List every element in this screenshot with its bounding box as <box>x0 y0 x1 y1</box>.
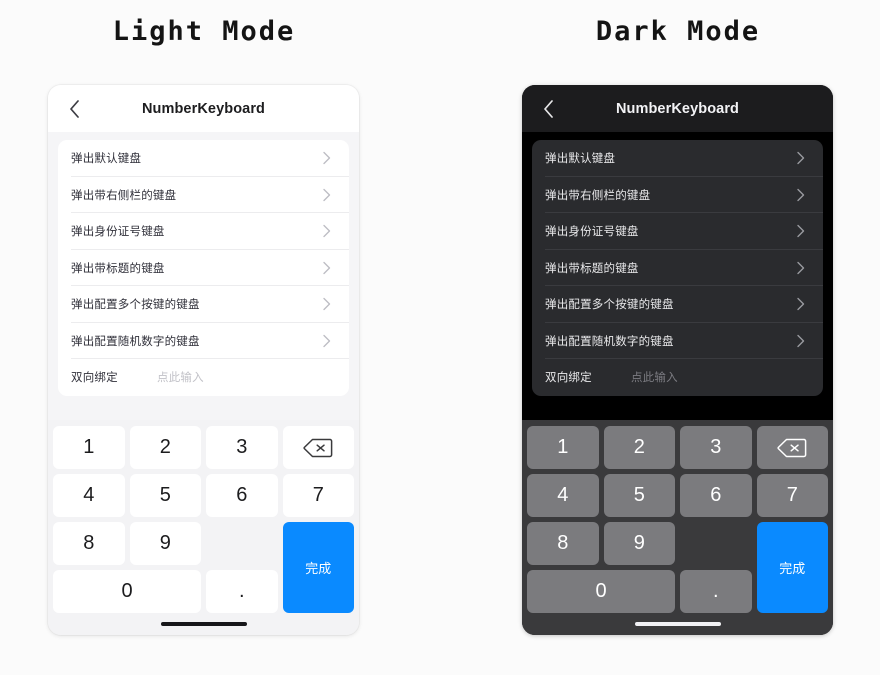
chevron-right-icon <box>797 225 810 238</box>
home-indicator <box>160 622 247 626</box>
home-indicator <box>634 622 721 626</box>
two-way-binding-row[interactable]: 双向绑定 点此输入 <box>58 359 349 396</box>
page-title: NumberKeyboard <box>141 100 266 117</box>
home-indicator-area-dark <box>522 613 833 635</box>
list-item-label: 弹出身份证号键盘 <box>545 226 639 239</box>
key-0[interactable]: 0 <box>53 570 201 613</box>
key-8[interactable]: 8 <box>527 522 599 565</box>
list-item-label: 弹出带标题的键盘 <box>71 262 165 275</box>
done-button[interactable]: 完成 <box>756 522 828 613</box>
key-6[interactable]: 6 <box>680 474 752 517</box>
settings-card-light: 弹出默认键盘 弹出带右侧栏的键盘 弹出身份证号键盘 弹出带标题的键盘 弹出配置多… <box>58 140 349 396</box>
list-item-label: 弹出带右侧栏的键盘 <box>71 189 177 202</box>
screenshot-stage: Light Mode NumberKeyboard 弹出默认键盘 弹出带右侧栏的… <box>0 0 880 675</box>
chevron-right-icon <box>323 334 336 347</box>
key-7[interactable]: 7 <box>756 474 828 517</box>
key-decimal-point[interactable]: . <box>680 570 752 613</box>
content-scroll-light[interactable]: 弹出默认键盘 弹出带右侧栏的键盘 弹出身份证号键盘 弹出带标题的键盘 弹出配置多… <box>48 132 359 420</box>
list-item[interactable]: 弹出配置随机数字的键盘 <box>532 323 823 360</box>
list-item[interactable]: 弹出配置多个按键的键盘 <box>532 286 823 323</box>
dark-mode-title: Dark Mode <box>595 16 761 47</box>
chevron-right-icon <box>797 298 810 311</box>
list-item-label: 弹出身份证号键盘 <box>71 226 165 239</box>
key-9[interactable]: 9 <box>603 522 675 565</box>
key-3[interactable]: 3 <box>206 426 278 469</box>
number-keyboard-dark[interactable]: 1 2 3 4 5 6 7 8 9 完成 0 . <box>522 420 833 613</box>
list-item[interactable]: 弹出带标题的键盘 <box>58 250 349 287</box>
phone-preview-light: NumberKeyboard 弹出默认键盘 弹出带右侧栏的键盘 弹出身份证号键盘… <box>48 85 359 635</box>
two-way-binding-label: 双向绑定 <box>71 372 118 385</box>
list-item-label: 弹出配置多个按键的键盘 <box>71 299 200 312</box>
done-button[interactable]: 完成 <box>282 522 354 613</box>
chevron-left-icon[interactable] <box>64 99 84 119</box>
key-5[interactable]: 5 <box>603 474 675 517</box>
list-item[interactable]: 弹出带标题的键盘 <box>532 250 823 287</box>
key-8[interactable]: 8 <box>53 522 125 565</box>
chevron-right-icon <box>323 188 336 201</box>
list-item[interactable]: 弹出配置多个按键的键盘 <box>58 286 349 323</box>
chevron-right-icon <box>797 152 810 165</box>
two-way-binding-row[interactable]: 双向绑定 点此输入 <box>532 359 823 396</box>
list-item-label: 弹出默认键盘 <box>545 153 616 166</box>
key-3[interactable]: 3 <box>680 426 752 469</box>
two-way-binding-input[interactable]: 点此输入 <box>157 369 204 385</box>
key-1[interactable]: 1 <box>53 426 125 469</box>
key-1[interactable]: 1 <box>527 426 599 469</box>
key-2[interactable]: 2 <box>603 426 675 469</box>
list-item[interactable]: 弹出带右侧栏的键盘 <box>58 177 349 214</box>
navigation-bar-dark: NumberKeyboard <box>522 85 833 132</box>
page-title: NumberKeyboard <box>615 100 740 117</box>
backspace-icon[interactable] <box>282 426 354 469</box>
list-item[interactable]: 弹出默认键盘 <box>58 140 349 177</box>
chevron-right-icon <box>797 334 810 347</box>
list-item-label: 弹出配置随机数字的键盘 <box>71 335 200 348</box>
light-mode-title: Light Mode <box>112 16 296 47</box>
two-way-binding-input[interactable]: 点此输入 <box>631 369 678 385</box>
chevron-right-icon <box>323 152 336 165</box>
home-indicator-area-light <box>48 613 359 635</box>
key-2[interactable]: 2 <box>129 426 201 469</box>
list-item[interactable]: 弹出默认键盘 <box>532 140 823 177</box>
key-0[interactable]: 0 <box>527 570 675 613</box>
number-keyboard-light[interactable]: 1 2 3 4 5 6 7 8 9 完成 0 . <box>48 420 359 613</box>
key-9[interactable]: 9 <box>129 522 201 565</box>
key-5[interactable]: 5 <box>129 474 201 517</box>
key-6[interactable]: 6 <box>206 474 278 517</box>
key-4[interactable]: 4 <box>527 474 599 517</box>
list-item[interactable]: 弹出身份证号键盘 <box>532 213 823 250</box>
list-item[interactable]: 弹出配置随机数字的键盘 <box>58 323 349 360</box>
list-item-label: 弹出配置随机数字的键盘 <box>545 335 674 348</box>
chevron-right-icon <box>323 298 336 311</box>
chevron-right-icon <box>797 188 810 201</box>
key-decimal-point[interactable]: . <box>206 570 278 613</box>
list-item-label: 弹出带右侧栏的键盘 <box>545 189 651 202</box>
chevron-right-icon <box>323 261 336 274</box>
backspace-icon[interactable] <box>756 426 828 469</box>
phone-preview-dark: NumberKeyboard 弹出默认键盘 弹出带右侧栏的键盘 弹出身份证号键盘… <box>522 85 833 635</box>
list-item-label: 弹出默认键盘 <box>71 153 142 166</box>
chevron-right-icon <box>797 261 810 274</box>
list-item-label: 弹出配置多个按键的键盘 <box>545 299 674 312</box>
two-way-binding-label: 双向绑定 <box>545 372 592 385</box>
content-scroll-dark[interactable]: 弹出默认键盘 弹出带右侧栏的键盘 弹出身份证号键盘 弹出带标题的键盘 弹出配置多… <box>522 132 833 420</box>
key-7[interactable]: 7 <box>282 474 354 517</box>
navigation-bar-light: NumberKeyboard <box>48 85 359 132</box>
chevron-right-icon <box>323 225 336 238</box>
chevron-left-icon[interactable] <box>538 99 558 119</box>
key-4[interactable]: 4 <box>53 474 125 517</box>
list-item[interactable]: 弹出带右侧栏的键盘 <box>532 177 823 214</box>
settings-card-dark: 弹出默认键盘 弹出带右侧栏的键盘 弹出身份证号键盘 弹出带标题的键盘 弹出配置多… <box>532 140 823 396</box>
list-item[interactable]: 弹出身份证号键盘 <box>58 213 349 250</box>
list-item-label: 弹出带标题的键盘 <box>545 262 639 275</box>
